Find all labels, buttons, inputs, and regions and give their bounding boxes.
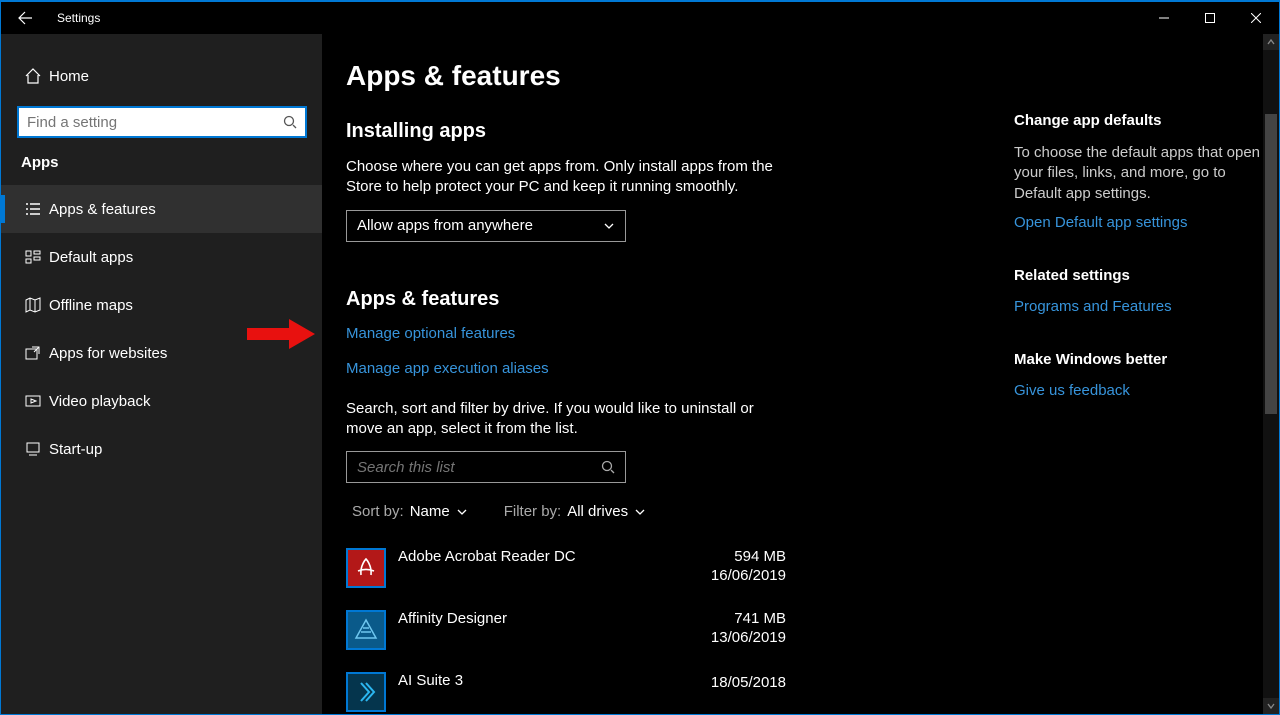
change-defaults-text: To choose the default apps that open you… [1014,143,1263,204]
arrow-left-icon [17,10,33,26]
installing-text: Choose where you can get apps from. Only… [346,157,786,198]
programs-features-link[interactable]: Programs and Features [1014,298,1263,315]
scroll-down-button[interactable] [1263,698,1279,714]
app-source-value: Allow apps from anywhere [357,217,533,234]
back-button[interactable] [1,2,49,34]
sidebar-item-apps-features[interactable]: Apps & features [1,185,322,233]
maximize-button[interactable] [1187,2,1233,34]
sidebar-item-label: Video playback [49,393,150,410]
home-button[interactable]: Home [1,56,322,96]
maximize-icon [1205,13,1215,23]
sort-label: Sort by: [352,503,404,520]
app-name: AI Suite 3 [398,672,711,689]
make-windows-better-heading: Make Windows better [1014,351,1263,368]
right-pane: Change app defaults To choose the defaul… [1014,34,1279,714]
chevron-down-icon [634,506,646,518]
chevron-down-icon [1266,701,1276,711]
minimize-button[interactable] [1141,2,1187,34]
chevron-up-icon [1266,37,1276,47]
page-title: Apps & features [346,60,990,92]
app-row[interactable]: Affinity Designer 741 MB 13/06/2019 [346,604,786,656]
content-area: Apps & features Installing apps Choose w… [322,34,1279,714]
sidebar-item-default-apps[interactable]: Default apps [1,233,322,281]
search-icon [283,115,297,129]
app-icon-aisuite [346,672,386,712]
startup-icon [17,440,49,458]
installing-heading: Installing apps [346,120,990,143]
titlebar: Settings [1,2,1279,34]
app-row[interactable]: AI Suite 3 18/05/2018 [346,666,786,714]
app-date: 18/05/2018 [711,674,786,691]
app-date: 16/06/2019 [711,567,786,584]
window-title: Settings [57,11,100,25]
app-size: 741 MB [734,610,786,627]
app-icon-affinity [346,610,386,650]
scroll-up-button[interactable] [1263,34,1279,50]
search-apps-input[interactable] [346,451,626,483]
close-button[interactable] [1233,2,1279,34]
map-icon [17,296,49,314]
scroll-thumb[interactable] [1265,114,1277,414]
sidebar-item-label: Apps & features [49,201,156,218]
sort-value: Name [410,503,450,520]
manage-optional-features-link[interactable]: Manage optional features [346,325,515,342]
give-feedback-link[interactable]: Give us feedback [1014,382,1263,399]
minimize-icon [1159,13,1169,23]
search-icon [601,460,615,474]
filter-value: All drives [567,503,628,520]
app-date: 13/06/2019 [711,629,786,646]
search-settings-field[interactable] [27,114,283,131]
search-apps-field[interactable] [357,459,601,476]
annotation-arrow-icon [247,316,317,352]
close-icon [1251,13,1261,23]
sidebar-item-video-playback[interactable]: Video playback [1,377,322,425]
app-size: 594 MB [734,548,786,565]
search-sort-text: Search, sort and filter by drive. If you… [346,399,786,440]
sidebar-item-label: Default apps [49,249,133,266]
open-default-settings-link[interactable]: Open Default app settings [1014,214,1263,231]
apps-features-heading: Apps & features [346,288,990,311]
filter-by-dropdown[interactable]: Filter by: All drives [504,503,646,520]
sort-by-dropdown[interactable]: Sort by: Name [352,503,468,520]
sidebar-item-label: Offline maps [49,297,133,314]
scrollbar[interactable] [1263,34,1279,714]
change-defaults-heading: Change app defaults [1014,112,1263,129]
chevron-down-icon [603,220,615,232]
related-settings-heading: Related settings [1014,267,1263,284]
home-label: Home [49,68,89,85]
app-source-dropdown[interactable]: Allow apps from anywhere [346,210,626,242]
chevron-down-icon [456,506,468,518]
sidebar: Home Apps Apps & features Default apps [1,34,322,714]
search-settings-input[interactable] [17,106,307,138]
defaults-icon [17,248,49,266]
home-icon [17,67,49,85]
app-icon-acrobat [346,548,386,588]
app-row[interactable]: Adobe Acrobat Reader DC 594 MB 16/06/201… [346,542,786,594]
sidebar-item-startup[interactable]: Start-up [1,425,322,473]
app-name: Adobe Acrobat Reader DC [398,548,711,565]
filter-label: Filter by: [504,503,562,520]
video-icon [17,392,49,410]
web-open-icon [17,344,49,362]
sidebar-section-label: Apps [1,154,322,171]
app-name: Affinity Designer [398,610,711,627]
sidebar-item-label: Start-up [49,441,102,458]
list-icon [17,200,49,218]
manage-execution-aliases-link[interactable]: Manage app execution aliases [346,360,549,377]
sidebar-item-label: Apps for websites [49,345,167,362]
